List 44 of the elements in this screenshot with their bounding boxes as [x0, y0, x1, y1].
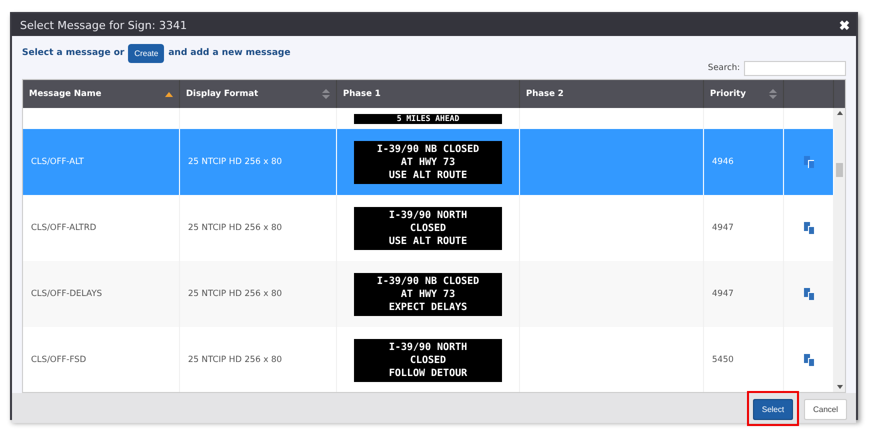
copy-icon[interactable] — [802, 222, 814, 234]
instruction-text: and add a new message — [168, 48, 290, 58]
scrollbar[interactable] — [834, 108, 845, 392]
table-cell: CLS/OFF-DELAYS — [31, 289, 102, 299]
sign-message-preview: I-39/90 NORTH CLOSED FOLLOW DETOUR — [354, 338, 502, 382]
search-label: Search: — [708, 63, 740, 73]
window-title: Select Message for Sign: 3341 — [20, 18, 187, 32]
sign-message-preview: 5 MILES AHEAD — [354, 114, 502, 124]
table-cell: 4946 — [712, 157, 734, 167]
column-header[interactable]: Priority — [710, 89, 746, 99]
table-cell: 25 NTCIP HD 256 x 80 — [188, 355, 282, 365]
scroll-down-icon[interactable] — [836, 385, 842, 389]
sign-message-preview: I-39/90 NB CLOSED AT HWY 73 USE ALT ROUTE — [354, 140, 502, 184]
table-cell: CLS/OFF-FSD — [31, 355, 86, 365]
table-cell: CLS/OFF-ALTRD — [31, 223, 96, 233]
copy-icon[interactable] — [802, 354, 814, 366]
scrollbar-thumb[interactable] — [836, 163, 843, 177]
column-header[interactable]: Phase 2 — [526, 89, 564, 99]
column-header[interactable]: Message Name — [29, 89, 102, 99]
table-row[interactable]: CLS/OFF-DELAYS 25 NTCIP HD 256 x 80 I-39/90 NB CLOSED AT HWY 73 EXPECT DELAYS 4947 — [23, 261, 834, 327]
sort-ascending-icon[interactable] — [165, 91, 173, 97]
column-header[interactable]: Phase 1 — [343, 89, 381, 99]
copy-icon[interactable] — [802, 288, 814, 300]
close-button[interactable]: ✖ — [839, 18, 850, 32]
table-row[interactable]: CLS/OFF-ALT 25 NTCIP HD 256 x 80 I-39/90 NB CLOSED AT HWY 73 USE ALT ROUTE 4946 — [23, 129, 834, 195]
table-cell: 25 NTCIP HD 256 x 80 — [188, 157, 282, 167]
sort-icon[interactable] — [769, 88, 777, 100]
column-header[interactable]: Display Format — [186, 89, 258, 99]
copy-icon[interactable] — [802, 156, 814, 168]
create-button[interactable]: Create — [128, 44, 164, 62]
scroll-up-icon[interactable] — [836, 111, 842, 115]
cancel-button[interactable]: Cancel — [804, 398, 847, 420]
table-cell: CLS/OFF-ALT — [31, 157, 84, 167]
sign-message-preview: I-39/90 NB CLOSED AT HWY 73 EXPECT DELAYS — [354, 272, 502, 316]
table-cell: 25 NTCIP HD 256 x 80 — [188, 289, 282, 299]
instruction-text: Select a message or — [22, 48, 124, 58]
table-cell: 5450 — [712, 355, 734, 365]
search-field[interactable] — [744, 60, 846, 76]
sign-message-preview: I-39/90 NORTH CLOSED USE ALT ROUTE — [354, 206, 502, 250]
sort-icon[interactable] — [322, 88, 330, 100]
select-button[interactable]: Select — [752, 398, 794, 420]
table-cell: 4947 — [712, 223, 734, 233]
table-cell: 4947 — [712, 289, 734, 299]
table-cell: 25 NTCIP HD 256 x 80 — [188, 223, 282, 233]
